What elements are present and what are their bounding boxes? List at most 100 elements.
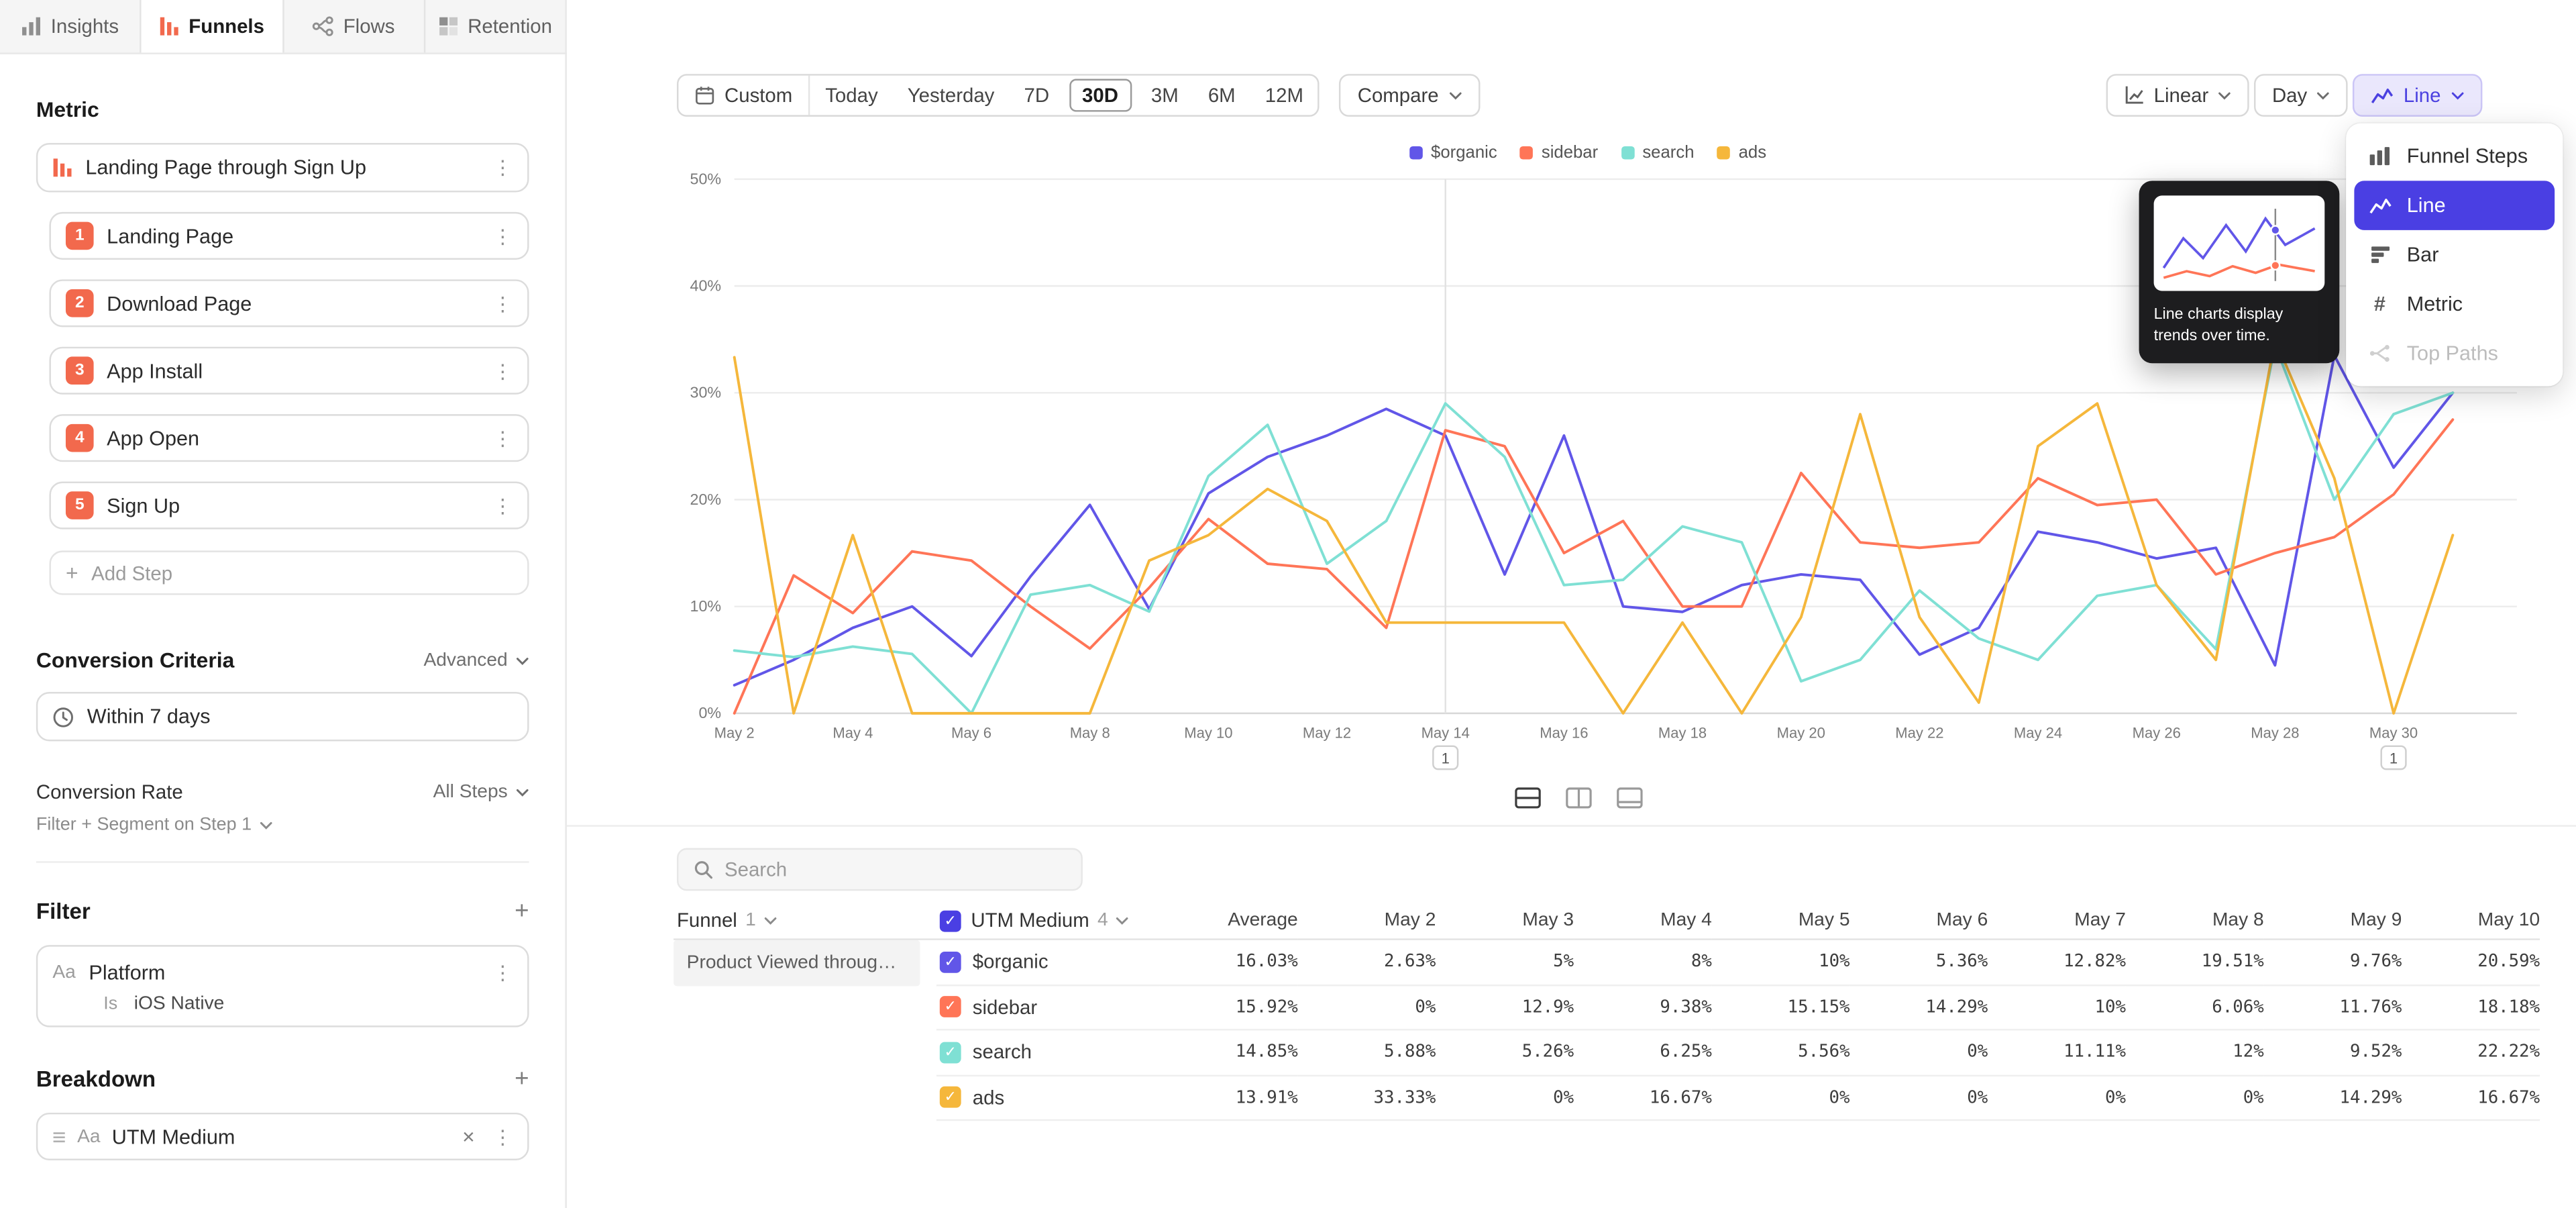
column-header-may-3[interactable]: May 3 [1436, 902, 1574, 940]
kebab-menu-icon[interactable]: ⋮ [493, 156, 513, 179]
x-axis-label: May 28 [2251, 725, 2299, 742]
table-row-organic[interactable]: ✓$organic [936, 940, 1160, 985]
series-checkbox[interactable]: ✓ [940, 1087, 961, 1108]
legend-item-search[interactable]: search [1621, 143, 1694, 162]
menu-item-line[interactable]: Line [2354, 181, 2555, 230]
funnel-column-header[interactable]: Funnel1 [674, 902, 936, 940]
search-input[interactable] [724, 858, 1066, 880]
table-cell: 14.29% [2264, 1076, 2402, 1121]
tooltip-mini-chart [2154, 195, 2325, 291]
kebab-menu-icon[interactable]: ⋮ [493, 427, 513, 450]
range-6m[interactable]: 6M [1193, 76, 1250, 115]
x-axis-label: May 2 [714, 725, 755, 742]
series-line-organic[interactable] [735, 356, 2453, 685]
filter-value[interactable]: iOS Native [134, 995, 225, 1014]
filter-operator[interactable]: Is [103, 995, 117, 1014]
add-breakdown-button[interactable]: + [515, 1066, 529, 1091]
drag-handle-icon[interactable] [52, 1130, 66, 1144]
tab-funnels[interactable]: Funnels [142, 0, 283, 52]
annotation-marker[interactable]: 1 [1433, 746, 1458, 769]
step-number-badge: 5 [66, 491, 94, 519]
breakdown-column-header[interactable]: ✓UTM Medium4 [936, 902, 1160, 940]
layout-bottom-button[interactable] [1610, 783, 1650, 812]
filter-heading: Filter [36, 899, 91, 924]
column-header-average[interactable]: Average [1160, 902, 1298, 940]
legend-item-organic[interactable]: $organic [1409, 143, 1497, 162]
conversion-window-button[interactable]: Within 7 days [36, 692, 529, 741]
column-header-may-7[interactable]: May 7 [1988, 902, 2126, 940]
chart-type-button[interactable]: Line [2353, 74, 2482, 117]
linear-scale-button[interactable]: Linear [2106, 74, 2250, 117]
kebab-menu-icon[interactable]: ⋮ [493, 292, 513, 315]
funnel-step-download-page[interactable]: 2Download Page⋮ [49, 279, 529, 327]
table-cell: 6.25% [1574, 1031, 1712, 1076]
advanced-dropdown[interactable]: Advanced [423, 650, 529, 670]
step-label: App Open [107, 427, 199, 450]
kebab-menu-icon[interactable]: ⋮ [493, 1125, 513, 1148]
funnel-name: Landing Page through Sign Up [85, 156, 366, 179]
chart-series [735, 340, 2453, 713]
custom-date-button[interactable]: Custom [678, 76, 810, 115]
annotation-marker[interactable]: 1 [2381, 746, 2406, 769]
select-all-checkbox[interactable]: ✓ [940, 910, 961, 932]
column-header-may-9[interactable]: May 9 [2264, 902, 2402, 940]
column-header-may-4[interactable]: May 4 [1574, 902, 1712, 940]
layout-columns-button[interactable] [1559, 783, 1599, 812]
y-axis-label: 40% [690, 276, 722, 294]
series-line-ads[interactable] [735, 340, 2453, 713]
column-header-may-8[interactable]: May 8 [2126, 902, 2264, 940]
legend-item-ads[interactable]: ads [1717, 143, 1766, 162]
range-yesterday[interactable]: Yesterday [893, 76, 1010, 115]
x-axis-label: May 30 [2369, 725, 2418, 742]
funnel-step-landing-page[interactable]: 1Landing Page⋮ [49, 212, 529, 260]
legend-item-sidebar[interactable]: sidebar [1520, 143, 1598, 162]
tab-insights[interactable]: Insights [0, 0, 142, 52]
conversion-criteria-heading: Conversion Criteria [36, 648, 234, 672]
table-cell: 5% [1436, 940, 1574, 985]
series-checkbox[interactable]: ✓ [940, 951, 961, 972]
funnel-step-app-open[interactable]: 4App Open⋮ [49, 414, 529, 462]
table-row-ads[interactable]: ✓ads [936, 1076, 1160, 1121]
range-12m[interactable]: 12M [1250, 76, 1318, 115]
series-checkbox[interactable]: ✓ [940, 997, 961, 1018]
funnel-step-sign-up[interactable]: 5Sign Up⋮ [49, 482, 529, 530]
compare-button[interactable]: Compare [1340, 74, 1480, 117]
range-30d[interactable]: 30D [1069, 79, 1131, 112]
funnel-step-app-install[interactable]: 3App Install⋮ [49, 347, 529, 395]
kebab-menu-icon[interactable]: ⋮ [493, 494, 513, 517]
series-line-search[interactable] [735, 345, 2453, 713]
granularity-button[interactable]: Day [2254, 74, 2348, 117]
all-steps-dropdown[interactable]: All Steps [433, 783, 529, 802]
table-row-sidebar[interactable]: ✓sidebar [936, 985, 1160, 1030]
range-3m[interactable]: 3M [1136, 76, 1193, 115]
table-row-search[interactable]: ✓search [936, 1031, 1160, 1076]
funnels-app: InsightsFunnelsFlowsRetention Metric Lan… [0, 0, 2576, 1208]
column-header-may-10[interactable]: May 10 [2402, 902, 2540, 940]
kebab-menu-icon[interactable]: ⋮ [493, 962, 513, 985]
series-checkbox[interactable]: ✓ [940, 1042, 961, 1063]
menu-item-metric[interactable]: #Metric [2354, 279, 2555, 328]
y-axis-label: 50% [690, 170, 722, 187]
column-header-may-5[interactable]: May 5 [1712, 902, 1850, 940]
svg-text:1: 1 [2390, 750, 2398, 767]
menu-item-funnel-steps[interactable]: Funnel Steps [2354, 132, 2555, 181]
tab-flows[interactable]: Flows [283, 0, 425, 52]
kebab-menu-icon[interactable]: ⋮ [493, 359, 513, 382]
range-7d[interactable]: 7D [1009, 76, 1064, 115]
tab-retention[interactable]: Retention [425, 0, 566, 52]
kebab-menu-icon[interactable]: ⋮ [493, 224, 513, 247]
filter-segment-dropdown[interactable]: Filter + Segment on Step 1 [36, 815, 529, 835]
column-header-may-6[interactable]: May 6 [1850, 902, 1988, 940]
menu-item-bar[interactable]: Bar [2354, 230, 2555, 279]
close-icon[interactable]: × [462, 1124, 475, 1149]
table-cell: 14.85% [1160, 1031, 1298, 1076]
layout-split-button[interactable] [1508, 783, 1548, 812]
add-step-button[interactable]: + Add Step [49, 550, 529, 595]
filter-card-platform[interactable]: Aa Platform ⋮ Is iOS Native [36, 945, 529, 1027]
add-filter-button[interactable]: + [515, 899, 529, 924]
breakdown-card-utm-medium[interactable]: Aa UTM Medium × ⋮ [36, 1113, 529, 1160]
column-header-may-2[interactable]: May 2 [1298, 902, 1436, 940]
legend-swatch [1717, 146, 1731, 160]
range-today[interactable]: Today [810, 76, 893, 115]
funnel-card[interactable]: Landing Page through Sign Up ⋮ [36, 143, 529, 192]
